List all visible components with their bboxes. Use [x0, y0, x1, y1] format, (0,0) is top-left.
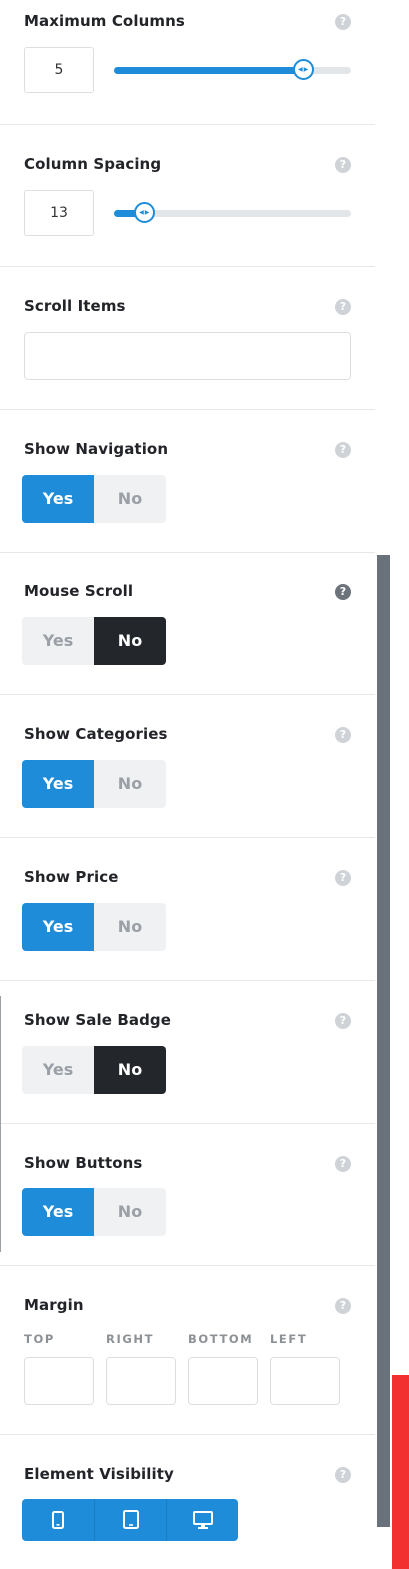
visibility-tablet-button[interactable]: [94, 1499, 166, 1541]
option-label: Mouse Scroll: [24, 582, 134, 600]
toggle-no[interactable]: No: [94, 760, 166, 808]
option-label: Show Navigation: [24, 440, 169, 458]
option-show-buttons: Show Buttons ? Yes No: [0, 1124, 375, 1266]
toggle-yes[interactable]: Yes: [22, 1046, 94, 1094]
help-icon[interactable]: ?: [335, 14, 351, 30]
option-margin: Margin ? TOP RIGHT BOTTOM LEFT: [0, 1266, 375, 1435]
option-column-spacing: Column Spacing ? 13 ◀▶: [0, 125, 375, 267]
help-icon[interactable]: ?: [335, 157, 351, 173]
app-root: Maximum Columns ? 5 ◀▶ Column Spacing ? …: [0, 0, 409, 1569]
show-buttons-toggle: Yes No: [22, 1188, 166, 1236]
visibility-phone-button[interactable]: [22, 1499, 94, 1541]
toggle-no[interactable]: No: [94, 903, 166, 951]
option-show-categories: Show Categories ? Yes No: [0, 695, 375, 838]
option-show-sale-badge: Show Sale Badge ? Yes No: [0, 981, 375, 1124]
scroll-items-input[interactable]: [24, 332, 351, 380]
help-icon[interactable]: ?: [335, 442, 351, 458]
margin-right-input[interactable]: [106, 1357, 176, 1405]
option-label: Show Categories: [24, 725, 168, 743]
toggle-no[interactable]: No: [94, 617, 166, 665]
mouse-scroll-toggle: Yes No: [22, 617, 166, 665]
max-columns-input[interactable]: 5: [24, 47, 94, 93]
option-element-visibility: Element Visibility ?: [0, 1435, 375, 1569]
option-label: Scroll Items: [24, 297, 126, 315]
margin-top-input[interactable]: [24, 1357, 94, 1405]
toggle-no[interactable]: No: [94, 1046, 166, 1094]
option-maximum-columns: Maximum Columns ? 5 ◀▶: [0, 0, 375, 125]
toggle-no[interactable]: No: [94, 475, 166, 523]
option-label: Element Visibility: [24, 1465, 174, 1483]
slider-handle[interactable]: ◀▶: [134, 202, 156, 223]
help-icon[interactable]: ?: [335, 584, 351, 600]
max-columns-slider[interactable]: ◀▶: [114, 59, 351, 80]
option-label: Show Sale Badge: [24, 1011, 172, 1029]
show-categories-toggle: Yes No: [22, 760, 166, 808]
option-mouse-scroll: Mouse Scroll ? Yes No: [0, 553, 375, 695]
toggle-yes[interactable]: Yes: [22, 760, 94, 808]
help-icon[interactable]: ?: [335, 727, 351, 743]
group-indent-line: [0, 996, 1, 1252]
margin-bottom-label: BOTTOM: [188, 1332, 254, 1346]
help-icon[interactable]: ?: [335, 1467, 351, 1483]
option-scroll-items: Scroll Items ?: [0, 267, 375, 410]
margin-left-label: LEFT: [270, 1332, 308, 1346]
help-icon[interactable]: ?: [335, 299, 351, 315]
visibility-desktop-button[interactable]: [166, 1499, 238, 1541]
options-panel: Maximum Columns ? 5 ◀▶ Column Spacing ? …: [0, 0, 375, 1569]
toggle-no[interactable]: No: [94, 1188, 166, 1236]
help-icon[interactable]: ?: [335, 1298, 351, 1314]
margin-top-label: TOP: [24, 1332, 55, 1346]
option-show-price: Show Price ? Yes No: [0, 838, 375, 981]
phone-icon: [52, 1511, 64, 1529]
option-label: Show Buttons: [24, 1154, 143, 1172]
tablet-icon: [123, 1510, 139, 1529]
help-icon[interactable]: ?: [335, 1013, 351, 1029]
side-accent-bar: [392, 1375, 409, 1569]
show-sale-badge-toggle: Yes No: [22, 1046, 166, 1094]
show-price-toggle: Yes No: [22, 903, 166, 951]
slider-handle[interactable]: ◀▶: [293, 59, 315, 80]
option-label: Show Price: [24, 868, 119, 886]
toggle-yes[interactable]: Yes: [22, 617, 94, 665]
column-spacing-slider[interactable]: ◀▶: [114, 202, 351, 223]
column-spacing-input[interactable]: 13: [24, 190, 94, 236]
help-icon[interactable]: ?: [335, 870, 351, 886]
margin-bottom-input[interactable]: [188, 1357, 258, 1405]
option-label: Margin: [24, 1296, 84, 1314]
option-label: Column Spacing: [24, 155, 162, 173]
desktop-icon: [193, 1511, 213, 1529]
element-visibility-group: [22, 1499, 238, 1541]
toggle-yes[interactable]: Yes: [22, 1188, 94, 1236]
scrollbar[interactable]: [377, 555, 390, 1527]
margin-right-label: RIGHT: [106, 1332, 155, 1346]
help-icon[interactable]: ?: [335, 1156, 351, 1172]
slider-fill: [114, 67, 304, 74]
show-navigation-toggle: Yes No: [22, 475, 166, 523]
option-show-navigation: Show Navigation ? Yes No: [0, 410, 375, 553]
toggle-yes[interactable]: Yes: [22, 475, 94, 523]
option-label: Maximum Columns: [24, 12, 185, 30]
toggle-yes[interactable]: Yes: [22, 903, 94, 951]
margin-left-input[interactable]: [270, 1357, 340, 1405]
